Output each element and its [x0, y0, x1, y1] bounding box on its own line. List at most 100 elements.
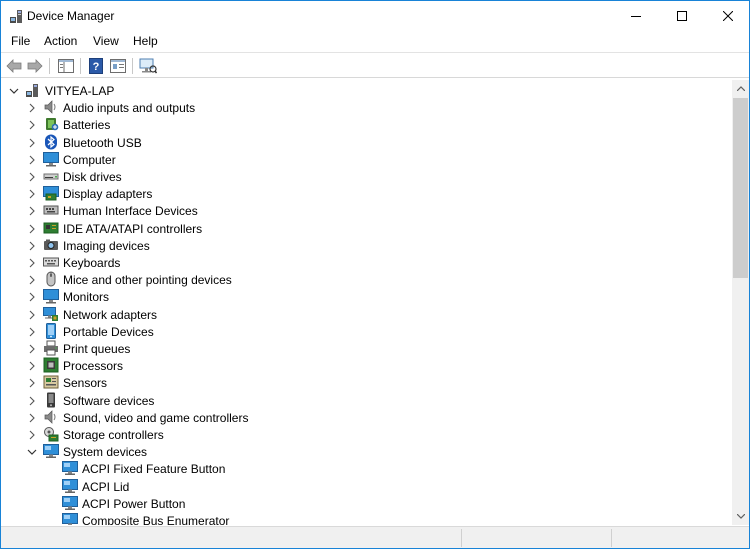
tree-item-print-queues[interactable]: Print queues — [1, 340, 732, 357]
help-icon[interactable]: ? — [87, 57, 105, 75]
tree-item-display-adapters[interactable]: Display adapters — [1, 185, 732, 202]
chevron-right-icon[interactable] — [27, 119, 37, 130]
menu-help[interactable]: Help — [133, 34, 158, 48]
menu-file[interactable]: File — [11, 34, 30, 48]
chevron-right-icon[interactable] — [27, 291, 37, 302]
tree-item-human-interface-devices[interactable]: Human Interface Devices — [1, 202, 732, 219]
tree-item-portable-devices[interactable]: Portable Devices — [1, 323, 732, 340]
scroll-down-arrow-icon[interactable] — [732, 508, 749, 525]
chevron-right-icon[interactable] — [27, 343, 37, 354]
tree-item-sensors[interactable]: Sensors — [1, 374, 732, 391]
chevron-right-icon[interactable] — [27, 395, 37, 406]
tree-item-label: Audio inputs and outputs — [63, 101, 196, 115]
tree-item-acpi-lid[interactable]: ACPI Lid — [1, 478, 732, 495]
menu-action[interactable]: Action — [44, 34, 77, 48]
tree-item-mice-and-other-pointing-devices[interactable]: Mice and other pointing devices — [1, 271, 732, 288]
speaker-icon — [43, 99, 59, 115]
portable-device-icon — [43, 323, 59, 339]
chevron-right-icon[interactable] — [27, 377, 37, 388]
tree-item-composite-bus-enumerator[interactable]: Composite Bus Enumerator — [1, 512, 732, 525]
tree-item-label: Composite Bus Enumerator — [82, 514, 230, 525]
tree-item-label: Network adapters — [63, 308, 158, 322]
tree-item-label: Human Interface Devices — [63, 204, 198, 218]
chevron-down-icon[interactable] — [9, 85, 19, 95]
toolbar: ? — [1, 52, 749, 78]
back-arrow-icon[interactable] — [5, 57, 23, 75]
system-device-icon — [62, 495, 78, 511]
chevron-right-icon[interactable] — [27, 309, 37, 320]
scroll-up-arrow-icon[interactable] — [732, 80, 749, 97]
chevron-right-icon[interactable] — [27, 102, 37, 113]
device-manager-icon — [9, 8, 25, 24]
tree-item-system-devices[interactable]: System devices — [1, 443, 732, 460]
tree-item-acpi-fixed-feature-button[interactable]: ACPI Fixed Feature Button — [1, 460, 732, 477]
tree-item-acpi-power-button[interactable]: ACPI Power Button — [1, 495, 732, 512]
properties-icon[interactable] — [109, 57, 127, 75]
tree-item-monitors[interactable]: Monitors — [1, 288, 732, 305]
tree-item-label: Batteries — [63, 118, 111, 132]
chevron-right-icon[interactable] — [27, 240, 37, 251]
title-bar[interactable]: Device Manager — [1, 1, 749, 31]
device-manager-window: Device Manager File Action View Help ? V… — [0, 0, 750, 549]
tree-item-processors[interactable]: Processors — [1, 357, 732, 374]
device-tree[interactable]: VITYEA-LAP Audio inputs and outputs Batte… — [1, 80, 732, 525]
tree-item-label: Mice and other pointing devices — [63, 273, 232, 287]
chevron-right-icon[interactable] — [27, 154, 37, 165]
tree-item-network-adapters[interactable]: Network adapters — [1, 306, 732, 323]
maximize-button[interactable] — [659, 1, 705, 31]
show-hide-console-tree-icon[interactable] — [57, 57, 75, 75]
tree-item-label: Computer — [63, 153, 116, 167]
tree-item-keyboards[interactable]: Keyboards — [1, 254, 732, 271]
status-pane — [461, 529, 611, 547]
chevron-right-icon[interactable] — [27, 188, 37, 199]
chevron-down-icon[interactable] — [27, 446, 37, 456]
chevron-right-icon[interactable] — [27, 223, 37, 234]
status-bar — [1, 526, 749, 548]
menu-bar: File Action View Help — [1, 31, 749, 51]
system-device-icon — [43, 443, 59, 459]
chevron-right-icon[interactable] — [27, 205, 37, 216]
tree-item-software-devices[interactable]: Software devices — [1, 392, 732, 409]
tree-item-label: ACPI Fixed Feature Button — [82, 462, 226, 476]
svg-text:?: ? — [93, 61, 100, 73]
chevron-right-icon[interactable] — [27, 429, 37, 440]
tree-root-row[interactable]: VITYEA-LAP — [1, 82, 732, 99]
keyboard-icon — [43, 254, 59, 270]
chevron-right-icon[interactable] — [27, 412, 37, 423]
tree-item-batteries[interactable]: Batteries — [1, 116, 732, 133]
forward-arrow-icon[interactable] — [26, 57, 44, 75]
vertical-scrollbar[interactable] — [732, 80, 749, 525]
tree-item-bluetooth-usb[interactable]: Bluetooth USB — [1, 134, 732, 151]
tree-item-label: Bluetooth USB — [63, 136, 142, 150]
chevron-right-icon[interactable] — [27, 257, 37, 268]
ide-controller-icon — [43, 220, 59, 236]
tree-item-audio-inputs-and-outputs[interactable]: Audio inputs and outputs — [1, 99, 732, 116]
tree-item-storage-controllers[interactable]: Storage controllers — [1, 426, 732, 443]
battery-icon — [43, 116, 59, 132]
tree-item-label: Imaging devices — [63, 239, 150, 253]
tree-item-disk-drives[interactable]: Disk drives — [1, 168, 732, 185]
minimize-button[interactable] — [613, 1, 659, 31]
toolbar-separator — [49, 58, 50, 74]
tree-item-sound-video-and-game-controllers[interactable]: Sound, video and game controllers — [1, 409, 732, 426]
tree-item-label: Processors — [63, 359, 124, 373]
scrollbar-thumb[interactable] — [733, 98, 748, 278]
chevron-right-icon[interactable] — [27, 274, 37, 285]
tree-item-imaging-devices[interactable]: Imaging devices — [1, 237, 732, 254]
software-device-icon — [43, 392, 59, 408]
toolbar-separator — [132, 58, 133, 74]
system-device-icon — [62, 460, 78, 476]
camera-icon — [43, 237, 59, 253]
tree-item-computer[interactable]: Computer — [1, 151, 732, 168]
chevron-right-icon[interactable] — [27, 137, 37, 148]
close-button[interactable] — [705, 1, 749, 31]
tree-root-label: VITYEA-LAP — [45, 84, 115, 98]
tree-item-ide-ata-atapi-controllers[interactable]: IDE ATA/ATAPI controllers — [1, 220, 732, 237]
scan-hardware-icon[interactable] — [139, 57, 157, 75]
chevron-right-icon[interactable] — [27, 171, 37, 182]
chevron-right-icon[interactable] — [27, 360, 37, 371]
menu-view[interactable]: View — [93, 34, 119, 48]
system-device-icon — [62, 478, 78, 494]
tree-item-label: Print queues — [63, 342, 131, 356]
chevron-right-icon[interactable] — [27, 326, 37, 337]
